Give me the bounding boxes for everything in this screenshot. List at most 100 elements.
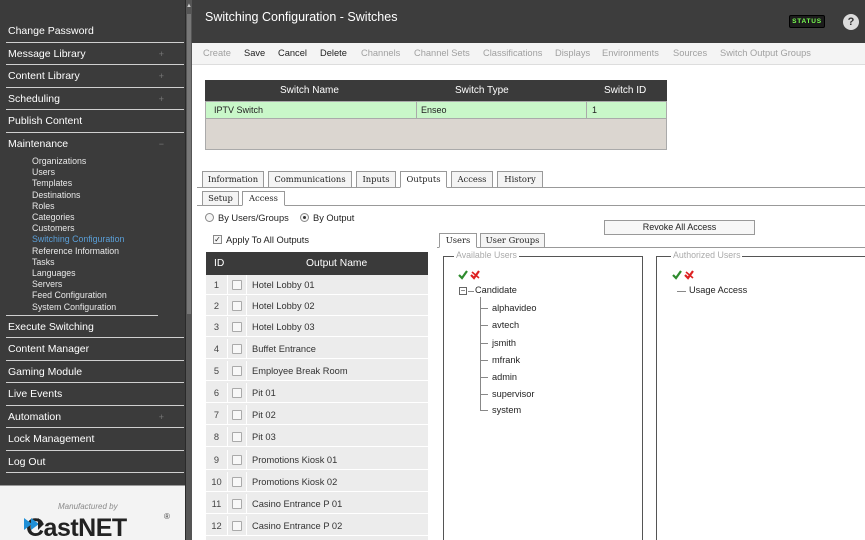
- subtab-setup[interactable]: Setup: [202, 191, 239, 206]
- row-checkbox[interactable]: [232, 499, 242, 509]
- create-button[interactable]: Create: [203, 48, 231, 58]
- delete-button[interactable]: Delete: [320, 48, 347, 58]
- submenu-system-configuration[interactable]: System Configuration: [6, 302, 158, 313]
- expand-icon[interactable]: +: [159, 406, 164, 428]
- nav-lock-management[interactable]: Lock Management: [6, 428, 184, 451]
- nav-live-events[interactable]: Live Events: [6, 383, 184, 406]
- submenu-feed-configuration[interactable]: Feed Configuration: [6, 290, 158, 301]
- tab-outputs[interactable]: Outputs: [400, 171, 447, 188]
- row-checkbox[interactable]: [232, 455, 242, 465]
- tree-node-user[interactable]: avtech: [492, 320, 519, 330]
- subtab-access[interactable]: Access: [242, 191, 285, 206]
- cancel-button[interactable]: Cancel: [278, 48, 307, 58]
- nav-scheduling[interactable]: Scheduling +: [6, 88, 184, 110]
- nav-log-out[interactable]: Log Out: [6, 451, 184, 474]
- row-checkbox[interactable]: [232, 388, 242, 398]
- col-id[interactable]: ID: [214, 258, 224, 269]
- classifications-button[interactable]: Classifications: [483, 48, 542, 58]
- table-row[interactable]: 7 Pit 02: [206, 405, 428, 425]
- nav-content-library[interactable]: Content Library +: [6, 65, 184, 88]
- nav-change-password[interactable]: Change Password: [6, 20, 184, 43]
- expand-icon[interactable]: +: [159, 88, 164, 110]
- table-row[interactable]: 2 Hotel Lobby 02: [206, 296, 428, 316]
- collapse-candidate-icon[interactable]: −: [459, 287, 467, 295]
- col-switch-name[interactable]: Switch Name: [280, 85, 339, 96]
- row-checkbox[interactable]: [232, 521, 242, 531]
- select-all-icon[interactable]: [672, 270, 698, 280]
- tree-node-user[interactable]: jsmith: [492, 338, 516, 348]
- tab-communications[interactable]: Communications: [268, 171, 352, 188]
- expand-icon[interactable]: +: [159, 65, 164, 87]
- expand-icon[interactable]: +: [159, 43, 164, 65]
- submenu-roles[interactable]: Roles: [6, 201, 158, 212]
- row-checkbox[interactable]: [232, 366, 242, 376]
- tab-users[interactable]: Users: [439, 233, 477, 248]
- nav-publish-content[interactable]: Publish Content: [6, 110, 184, 133]
- nav-execute-switching[interactable]: Execute Switching: [6, 316, 184, 339]
- submenu-tasks[interactable]: Tasks: [6, 257, 158, 268]
- apply-all-checkbox[interactable]: ✓: [213, 235, 222, 244]
- table-row[interactable]: 10 Promotions Kiosk 02: [206, 472, 428, 492]
- row-checkbox[interactable]: [232, 477, 242, 487]
- table-row[interactable]: 12 Casino Entrance P 02: [206, 516, 428, 536]
- submenu-customers[interactable]: Customers: [6, 223, 158, 234]
- submenu-servers[interactable]: Servers: [6, 279, 158, 290]
- tree-node-candidate[interactable]: Candidate: [475, 285, 517, 295]
- table-row[interactable]: 5 Employee Break Room: [206, 361, 428, 381]
- radio-by-output[interactable]: [300, 213, 309, 222]
- tab-inputs[interactable]: Inputs: [356, 171, 396, 188]
- sources-button[interactable]: Sources: [673, 48, 707, 58]
- submenu-destinations[interactable]: Destinations: [6, 190, 158, 201]
- tree-node-user[interactable]: admin: [492, 372, 517, 382]
- channel-sets-button[interactable]: Channel Sets: [414, 48, 470, 58]
- table-row[interactable]: 4 Buffet Entrance: [206, 339, 428, 359]
- row-checkbox[interactable]: [232, 344, 242, 354]
- nav-content-manager[interactable]: Content Manager: [6, 338, 184, 361]
- revoke-all-access-button[interactable]: Revoke All Access: [604, 220, 755, 235]
- table-row[interactable]: IPTV Switch Enseo 1: [205, 101, 667, 119]
- tree-node-user[interactable]: alphavideo: [492, 303, 536, 313]
- table-row[interactable]: 11 Casino Entrance P 01: [206, 494, 428, 514]
- tree-node-user[interactable]: supervisor: [492, 389, 534, 399]
- submenu-languages[interactable]: Languages: [6, 268, 158, 279]
- select-all-icon[interactable]: [458, 270, 484, 280]
- collapse-icon[interactable]: −: [159, 133, 164, 155]
- status-button[interactable]: STATUS: [789, 15, 825, 28]
- col-switch-id[interactable]: Switch ID: [604, 85, 646, 96]
- sidebar-scrollbar[interactable]: ▲: [185, 0, 192, 540]
- switch-output-groups-button[interactable]: Switch Output Groups: [720, 48, 811, 58]
- tree-node-user[interactable]: mfrank: [492, 355, 520, 365]
- table-row[interactable]: 1 Hotel Lobby 01: [206, 275, 428, 295]
- nav-maintenance[interactable]: Maintenance −: [6, 133, 184, 156]
- scrollbar-thumb[interactable]: [187, 14, 191, 314]
- tree-node-user[interactable]: system: [492, 405, 521, 415]
- submenu-users[interactable]: Users: [6, 167, 158, 178]
- col-switch-type[interactable]: Switch Type: [455, 85, 509, 96]
- channels-button[interactable]: Channels: [361, 48, 400, 58]
- table-row[interactable]: 9 Promotions Kiosk 01: [206, 450, 428, 470]
- table-row[interactable]: 8 Pit 03: [206, 427, 428, 447]
- nav-automation[interactable]: Automation +: [6, 406, 184, 429]
- row-checkbox[interactable]: [232, 322, 242, 332]
- tab-user-groups[interactable]: User Groups: [480, 233, 545, 248]
- tab-access[interactable]: Access: [451, 171, 493, 188]
- tab-history[interactable]: History: [497, 171, 543, 188]
- submenu-organizations[interactable]: Organizations: [6, 156, 158, 167]
- tab-information[interactable]: Information: [202, 171, 264, 188]
- radio-by-users-groups[interactable]: [205, 213, 214, 222]
- col-output-name[interactable]: Output Name: [306, 258, 367, 269]
- tree-node-usage-access[interactable]: Usage Access: [689, 285, 747, 295]
- row-checkbox[interactable]: [232, 410, 242, 420]
- row-checkbox[interactable]: [232, 280, 242, 290]
- displays-button[interactable]: Displays: [555, 48, 590, 58]
- environments-button[interactable]: Environments: [602, 48, 659, 58]
- nav-message-library[interactable]: Message Library +: [6, 43, 184, 65]
- table-row[interactable]: 3 Hotel Lobby 03: [206, 317, 428, 337]
- submenu-switching-configuration[interactable]: Switching Configuration: [6, 234, 158, 245]
- row-checkbox[interactable]: [232, 301, 242, 311]
- row-checkbox[interactable]: [232, 432, 242, 442]
- submenu-reference-information[interactable]: Reference Information: [6, 246, 158, 257]
- save-button[interactable]: Save: [244, 48, 265, 58]
- nav-gaming-module[interactable]: Gaming Module: [6, 361, 184, 384]
- table-row[interactable]: 6 Pit 01: [206, 383, 428, 403]
